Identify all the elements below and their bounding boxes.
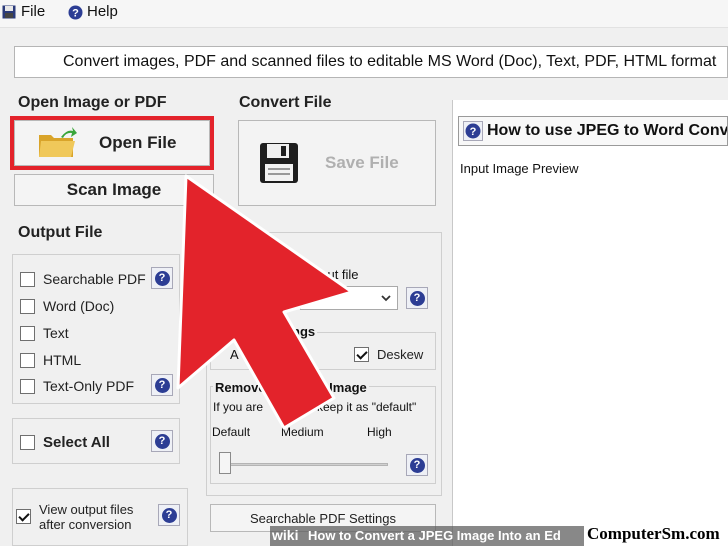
footer-wiki: wiki xyxy=(272,527,299,543)
pointer-arrow-overlay xyxy=(176,174,354,430)
footer-text: How to Convert a JPEG Image Into an Ed xyxy=(308,528,561,543)
red-arrow-icon xyxy=(176,174,354,430)
watermark-text: ComputerSm.com xyxy=(584,524,728,546)
